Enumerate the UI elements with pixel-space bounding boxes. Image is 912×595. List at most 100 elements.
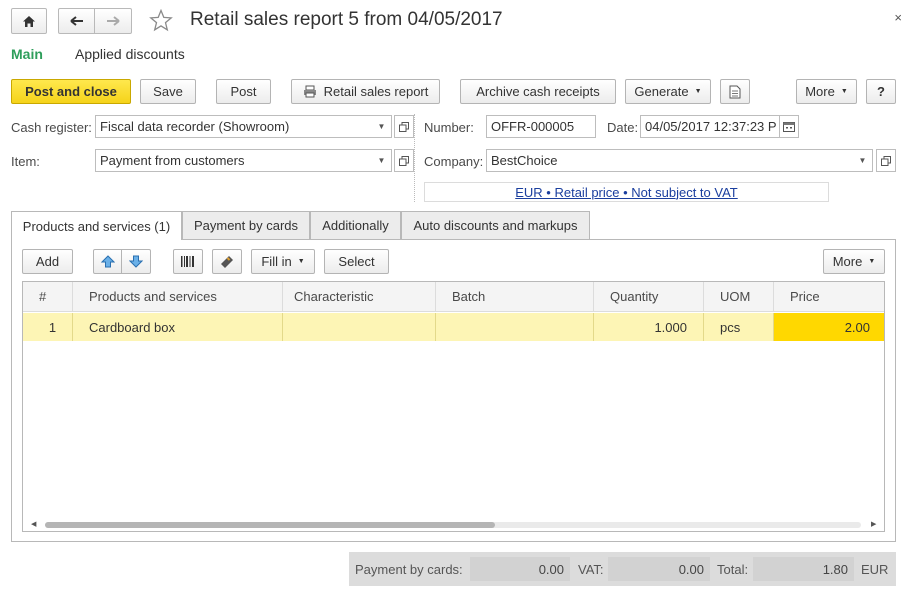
fill-in-button[interactable]: Fill in ▼ xyxy=(251,249,315,274)
products-table: # Products and services Characteristic B… xyxy=(22,281,885,532)
open-window-icon xyxy=(399,121,409,132)
currency-label: EUR xyxy=(861,562,889,577)
table-row-uom[interactable]: pcs xyxy=(704,313,774,341)
item-dropdown[interactable]: ▼ xyxy=(372,149,392,172)
vat-value: 0.00 xyxy=(608,557,710,581)
open-window-icon xyxy=(881,155,891,166)
close-icon[interactable]: × xyxy=(894,10,902,25)
add-button[interactable]: Add xyxy=(22,249,73,274)
arrow-left-icon xyxy=(69,16,83,26)
retail-sales-report-button[interactable]: Retail sales report xyxy=(291,79,440,104)
section-main[interactable]: Main xyxy=(11,46,43,62)
item-label: Item: xyxy=(11,154,40,169)
home-button[interactable] xyxy=(11,8,47,34)
archive-cash-receipts-button[interactable]: Archive cash receipts xyxy=(460,79,616,104)
payment-by-cards-label: Payment by cards: xyxy=(355,562,463,577)
table-row-price[interactable]: 2.00 xyxy=(774,313,884,341)
form-divider xyxy=(414,114,415,202)
column-header-characteristic[interactable]: Characteristic xyxy=(283,282,436,312)
post-button[interactable]: Post xyxy=(216,79,271,104)
column-header-quantity[interactable]: Quantity xyxy=(594,282,704,312)
column-header-uom[interactable]: UOM xyxy=(704,282,774,312)
cash-register-label: Cash register: xyxy=(11,120,92,135)
item-open-button[interactable] xyxy=(394,149,414,172)
document-icon xyxy=(729,85,741,98)
table-more-button[interactable]: More ▼ xyxy=(823,249,885,274)
number-label: Number: xyxy=(424,120,474,135)
cash-register-open-button[interactable] xyxy=(394,115,414,138)
total-label: Total: xyxy=(717,562,749,577)
more-label: More xyxy=(805,84,835,99)
dropdown-arrow-icon: ▼ xyxy=(868,258,876,265)
generate-label: Generate xyxy=(634,84,689,99)
scroll-right-icon[interactable]: ▶ xyxy=(871,520,876,528)
post-and-close-button[interactable]: Post and close xyxy=(11,79,131,104)
cash-register-dropdown[interactable]: ▼ xyxy=(372,115,392,138)
price-settings-box: EUR • Retail price • Not subject to VAT xyxy=(424,182,829,202)
column-header-batch[interactable]: Batch xyxy=(436,282,594,312)
scanner-button[interactable] xyxy=(212,249,242,274)
cash-register-field[interactable]: Fiscal data recorder (Showroom) xyxy=(95,115,374,138)
printer-icon xyxy=(303,85,316,98)
select-button[interactable]: Select xyxy=(324,249,389,274)
company-open-button[interactable] xyxy=(876,149,896,172)
arrow-up-icon xyxy=(100,255,115,268)
generate-button[interactable]: Generate ▼ xyxy=(625,79,711,104)
table-row-number[interactable]: 1 xyxy=(23,313,73,341)
home-icon xyxy=(23,15,35,27)
open-window-icon xyxy=(399,155,409,166)
more-button[interactable]: More ▼ xyxy=(796,79,857,104)
company-field[interactable]: BestChoice xyxy=(486,149,854,172)
scanner-icon xyxy=(221,256,233,268)
help-button[interactable]: ? xyxy=(866,79,896,104)
calendar-icon xyxy=(783,122,795,132)
dropdown-arrow-icon: ▼ xyxy=(297,258,305,265)
column-header-products[interactable]: Products and services xyxy=(73,282,283,312)
dropdown-arrow-icon: ▼ xyxy=(840,88,848,95)
company-dropdown[interactable]: ▼ xyxy=(853,149,873,172)
tab-payment-by-cards[interactable]: Payment by cards xyxy=(182,211,310,239)
move-up-button[interactable] xyxy=(93,249,122,274)
table-row-batch[interactable] xyxy=(436,313,594,341)
table-row-quantity[interactable]: 1.000 xyxy=(594,313,704,341)
forward-button[interactable] xyxy=(94,8,132,34)
horizontal-scrollbar-track[interactable] xyxy=(45,522,861,528)
tab-auto-discounts-and-markups[interactable]: Auto discounts and markups xyxy=(401,211,590,239)
dropdown-arrow-icon: ▼ xyxy=(377,122,386,131)
dropdown-arrow-icon: ▼ xyxy=(377,156,386,165)
fill-in-label: Fill in xyxy=(261,254,292,269)
horizontal-scrollbar-thumb[interactable] xyxy=(45,522,495,528)
date-label: Date: xyxy=(607,120,639,135)
arrow-right-icon xyxy=(107,16,120,26)
price-settings-link[interactable]: EUR • Retail price • Not subject to VAT xyxy=(515,185,737,200)
save-button[interactable]: Save xyxy=(140,79,196,104)
document-button[interactable] xyxy=(720,79,750,104)
date-field[interactable]: 04/05/2017 12:37:23 P xyxy=(640,115,780,138)
dropdown-arrow-icon: ▼ xyxy=(858,156,867,165)
table-more-label: More xyxy=(832,254,863,269)
arrow-down-icon xyxy=(129,255,143,268)
total-value: 1.80 xyxy=(753,557,854,581)
payment-by-cards-value: 0.00 xyxy=(470,557,570,581)
section-applied-discounts[interactable]: Applied discounts xyxy=(75,46,185,62)
page-title: Retail sales report 5 from 04/05/2017 xyxy=(190,9,503,30)
number-field[interactable]: OFFR-000005 xyxy=(486,115,596,138)
barcode-icon xyxy=(181,256,194,267)
company-label: Company: xyxy=(424,154,484,169)
calendar-button[interactable] xyxy=(779,115,799,138)
favorite-star-icon[interactable] xyxy=(149,8,173,35)
table-row-product[interactable]: Cardboard box xyxy=(73,313,283,341)
barcode-button[interactable] xyxy=(173,249,203,274)
move-down-button[interactable] xyxy=(121,249,151,274)
tab-additionally[interactable]: Additionally xyxy=(310,211,401,239)
column-header-number[interactable]: # xyxy=(23,282,73,312)
retail-sales-report-label: Retail sales report xyxy=(323,84,429,99)
table-row-characteristic[interactable] xyxy=(283,313,436,341)
vat-label: VAT: xyxy=(578,562,604,577)
scroll-left-icon[interactable]: ◀ xyxy=(31,520,36,528)
totals-bar: Payment by cards: 0.00 VAT: 0.00 Total: … xyxy=(349,552,896,586)
column-header-price[interactable]: Price xyxy=(774,282,884,312)
tab-products-and-services[interactable]: Products and services (1) xyxy=(11,211,182,240)
item-field[interactable]: Payment from customers xyxy=(95,149,374,172)
back-button[interactable] xyxy=(58,8,95,34)
